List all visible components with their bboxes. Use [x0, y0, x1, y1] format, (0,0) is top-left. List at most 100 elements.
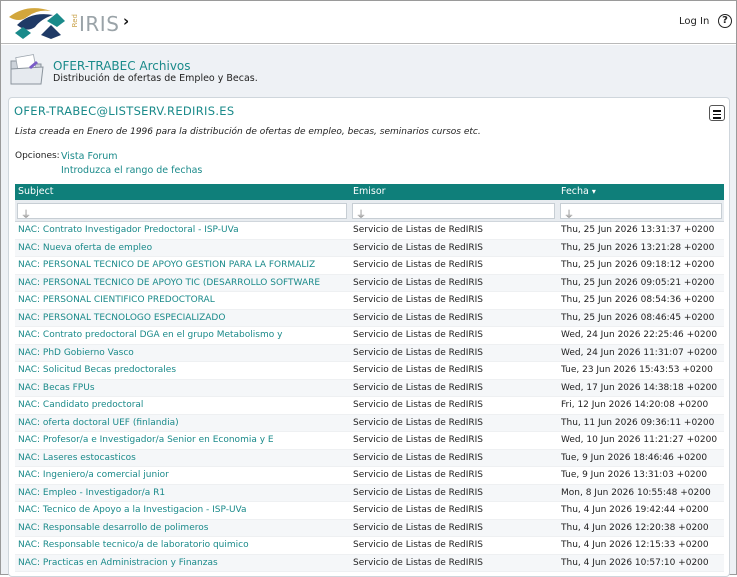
emisor-filter-input[interactable]: ⏚ — [352, 203, 555, 221]
filter-row: ⏚ ⏚ ⏚ — [15, 200, 724, 222]
table-body: NAC: Contrato Investigador Predoctoral -… — [15, 222, 724, 572]
login-link[interactable]: Log In — [679, 16, 709, 27]
message-sender: Servicio de Listas de RedIRIS — [353, 347, 483, 358]
option-date-range[interactable]: Introduzca el rango de fechas — [61, 165, 202, 176]
column-fecha-label: Fecha — [561, 186, 589, 197]
column-subject[interactable]: Subject — [18, 186, 54, 197]
message-subject-link[interactable]: NAC: Responsable desarrollo de polimeros — [18, 523, 348, 533]
message-subject-link[interactable]: NAC: Practicas en Administracion y Finan… — [18, 558, 348, 568]
filter-icon: ⏚ — [564, 210, 574, 221]
message-subject-link[interactable]: NAC: PERSONAL TECNICO DE APOYO GESTION P… — [18, 260, 348, 270]
option-vista-forum[interactable]: Vista Forum — [61, 151, 118, 162]
messages-table: Subject Emisor Fecha ▾ ⏚ ⏚ ⏚ NAC: Contra… — [15, 184, 724, 572]
message-date: Thu, 4 Jun 2026 19:42:44 +0200 — [561, 505, 709, 515]
table-header: Subject Emisor Fecha ▾ — [15, 184, 724, 200]
message-sender: Servicio de Listas de RedIRIS — [353, 330, 483, 340]
table-row[interactable]: NAC: PERSONAL TECNOLOGO ESPECIALIZADO Ser… — [15, 309, 724, 327]
message-subject-link[interactable]: NAC: PERSONAL TECNOLOGO ESPECIALIZADO — [18, 313, 348, 323]
message-subject-link[interactable]: NAC: Solicitud Becas predoctorales — [18, 365, 348, 375]
logo-iris-text: IRIS — [79, 12, 120, 36]
rediris-logo-mark — [9, 8, 65, 39]
list-note: Lista creada en Enero de 1996 para la di… — [15, 127, 481, 137]
fecha-filter-input[interactable]: ⏚ — [560, 203, 722, 221]
list-email[interactable]: OFER-TRABEC@LISTSERV.REDIRIS.ES — [14, 104, 234, 118]
message-subject-link[interactable]: NAC: Profesor/a e Investigador/a Senior … — [18, 435, 348, 445]
message-sender: Servicio de Listas de RedIRIS — [353, 260, 483, 270]
message-date: Thu, 25 Jun 2026 09:05:21 +0200 — [561, 277, 715, 288]
rediris-logo[interactable]: Red IRIS — [7, 5, 120, 39]
list-title: OFER-TRABEC Archivos — [53, 59, 191, 73]
message-subject-link[interactable]: NAC: PhD Gobierno Vasco — [18, 348, 348, 358]
table-row[interactable]: NAC: Tecnico de Apoyo a la Investigacion… — [15, 502, 724, 520]
message-sender: Servicio de Listas de RedIRIS — [353, 557, 483, 568]
message-subject-link[interactable]: NAC: Candidato predoctoral — [18, 400, 348, 410]
message-date: Mon, 8 Jun 2026 10:55:48 +0200 — [561, 487, 711, 498]
message-date: Wed, 24 Jun 2026 11:31:07 +0200 — [561, 347, 718, 358]
table-row[interactable]: NAC: PERSONAL CIENTIFICO PREDOCTORAL Serv… — [15, 292, 724, 310]
table-row[interactable]: NAC: PERSONAL TECNICO DE APOYO TIC (DESA… — [15, 274, 724, 292]
message-sender: Servicio de Listas de RedIRIS — [353, 540, 483, 550]
message-subject-link[interactable]: NAC: Laseres estocasticos — [18, 453, 348, 463]
table-row[interactable]: NAC: oferta doctoral UEF (finlandia) Serv… — [15, 414, 724, 432]
message-date: Thu, 11 Jun 2026 09:36:11 +0200 — [561, 417, 715, 428]
column-fecha[interactable]: Fecha ▾ — [561, 186, 596, 197]
sort-desc-icon: ▾ — [591, 187, 596, 196]
message-subject-link[interactable]: NAC: oferta doctoral UEF (finlandia) — [18, 418, 348, 428]
chevron-right-icon[interactable]: › — [123, 12, 129, 30]
table-row[interactable]: NAC: Practicas en Administracion y Finan… — [15, 554, 724, 572]
table-row[interactable]: NAC: Responsable tecnico/a de laboratori… — [15, 537, 724, 555]
message-subject-link[interactable]: NAC: Becas FPUs — [18, 383, 348, 393]
message-sender: Servicio de Listas de RedIRIS — [353, 522, 483, 533]
message-date: Fri, 12 Jun 2026 14:20:08 +0200 — [561, 400, 709, 410]
message-sender: Servicio de Listas de RedIRIS — [353, 452, 483, 463]
message-date: Thu, 4 Jun 2026 10:57:10 +0200 — [561, 557, 709, 568]
table-row[interactable]: NAC: Contrato predoctoral DGA en el grup… — [15, 327, 724, 345]
message-subject-link[interactable]: NAC: Contrato Investigador Predoctoral -… — [18, 225, 348, 235]
message-subject-link[interactable]: NAC: Empleo - Investigador/a R1 — [18, 488, 348, 498]
table-row[interactable]: NAC: Contrato Investigador Predoctoral -… — [15, 222, 724, 240]
help-icon[interactable]: ? — [718, 14, 732, 28]
archive-panel: OFER-TRABEC@LISTSERV.REDIRIS.ES Lista cr… — [8, 97, 730, 577]
message-sender: Servicio de Listas de RedIRIS — [353, 242, 483, 253]
filter-icon: ⏚ — [356, 210, 366, 221]
filter-icon: ⏚ — [21, 210, 31, 221]
hamburger-menu-icon[interactable] — [709, 105, 725, 121]
table-row[interactable]: NAC: Nueva oferta de empleo Servicio de L… — [15, 239, 724, 257]
table-row[interactable]: NAC: Candidato predoctoral Servicio de Li… — [15, 397, 724, 415]
message-date: Thu, 25 Jun 2026 08:46:45 +0200 — [561, 312, 715, 323]
message-date: Thu, 25 Jun 2026 09:18:12 +0200 — [561, 260, 715, 270]
message-subject-link[interactable]: NAC: PERSONAL CIENTIFICO PREDOCTORAL — [18, 295, 348, 305]
table-row[interactable]: NAC: Laseres estocasticos Servicio de Lis… — [15, 449, 724, 467]
message-date: Wed, 10 Jun 2026 11:21:27 +0200 — [561, 435, 718, 445]
message-sender: Servicio de Listas de RedIRIS — [353, 470, 483, 480]
subject-filter-input[interactable]: ⏚ — [17, 203, 347, 221]
message-date: Thu, 25 Jun 2026 08:54:36 +0200 — [561, 295, 715, 305]
message-subject-link[interactable]: NAC: Contrato predoctoral DGA en el grup… — [18, 330, 348, 340]
table-row[interactable]: NAC: Solicitud Becas predoctorales Servic… — [15, 362, 724, 380]
table-row[interactable]: NAC: Becas FPUs Servicio de Listas de Red… — [15, 379, 724, 397]
message-date: Wed, 17 Jun 2026 14:38:18 +0200 — [561, 382, 718, 393]
message-date: Tue, 9 Jun 2026 18:46:46 +0200 — [561, 452, 708, 463]
column-emisor[interactable]: Emisor — [353, 186, 386, 197]
message-subject-link[interactable]: NAC: Tecnico de Apoyo a la Investigacion… — [18, 505, 348, 515]
table-row[interactable]: NAC: Profesor/a e Investigador/a Senior … — [15, 432, 724, 450]
main-content: OFER-TRABEC Archivos Distribución de ofe… — [1, 45, 736, 577]
top-bar: Red IRIS › Log In ? — [1, 1, 736, 44]
table-row[interactable]: NAC: Empleo - Investigador/a R1 Servicio … — [15, 484, 724, 502]
message-date: Thu, 25 Jun 2026 13:31:37 +0200 — [561, 225, 715, 235]
folder-icon — [10, 54, 44, 85]
table-row[interactable]: NAC: Ingeniero/a comercial junior Servici… — [15, 467, 724, 485]
message-subject-link[interactable]: NAC: Responsable tecnico/a de laboratori… — [18, 540, 348, 550]
message-date: Thu, 25 Jun 2026 13:21:28 +0200 — [561, 242, 715, 253]
table-row[interactable]: NAC: PhD Gobierno Vasco Servicio de Lista… — [15, 344, 724, 362]
message-subject-link[interactable]: NAC: Ingeniero/a comercial junior — [18, 470, 348, 480]
message-subject-link[interactable]: NAC: Nueva oferta de empleo — [18, 243, 348, 253]
message-subject-link[interactable]: NAC: PERSONAL TECNICO DE APOYO TIC (DESA… — [18, 278, 348, 288]
message-sender: Servicio de Listas de RedIRIS — [353, 277, 483, 288]
message-sender: Servicio de Listas de RedIRIS — [353, 435, 483, 445]
table-row[interactable]: NAC: Responsable desarrollo de polimeros… — [15, 519, 724, 537]
list-description: Distribución de ofertas de Empleo y Beca… — [53, 73, 258, 84]
table-row[interactable]: NAC: PERSONAL TECNICO DE APOYO GESTION P… — [15, 257, 724, 275]
message-sender: Servicio de Listas de RedIRIS — [353, 225, 483, 235]
message-date: Thu, 4 Jun 2026 12:20:38 +0200 — [561, 522, 709, 533]
